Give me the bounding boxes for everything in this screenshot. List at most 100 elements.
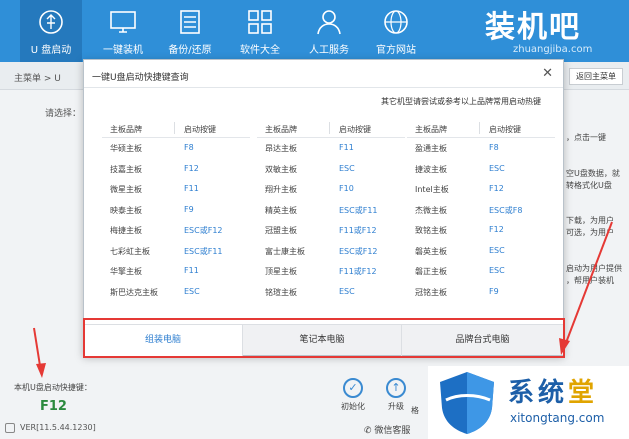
backup-icon xyxy=(180,10,200,34)
nav-label: 备份/还原 xyxy=(168,45,212,56)
arrow-tabs xyxy=(559,221,613,355)
initialize-button[interactable]: ✓ 初始化 xyxy=(333,378,373,412)
apps-grid-icon xyxy=(248,10,272,34)
nav-label: 官方网站 xyxy=(376,45,416,56)
key-cell: ESC xyxy=(489,266,505,275)
divider xyxy=(174,122,175,134)
table-header: 主板品牌 启动按键 xyxy=(102,118,250,138)
watermark-title-b: 堂 xyxy=(568,378,599,408)
brand-cell: 微星主板 xyxy=(110,185,142,194)
watermark-url: xitongtang.com xyxy=(510,411,605,425)
arrow-up-icon: ↑ xyxy=(386,378,406,398)
action-label: 格 xyxy=(411,406,419,415)
table-row: 斯巴达克主板 ESC xyxy=(102,282,250,303)
brand-cell: 磐正主板 xyxy=(415,267,447,276)
table-row: 华擎主板 F11 xyxy=(102,261,250,282)
key-cell: ESC或F12 xyxy=(184,226,223,235)
brand-logo: 装机吧 xyxy=(485,10,581,45)
watermark-title: 系统堂 xyxy=(508,372,598,409)
table-row: 昂达主板 F11 xyxy=(257,138,405,159)
check-icon: ✓ xyxy=(343,378,363,398)
key-cell: ESC xyxy=(489,163,505,173)
brand-cell: 技嘉主板 xyxy=(110,164,142,174)
key-cell: F11或F12 xyxy=(339,226,377,235)
brand-cell: 冠铭主板 xyxy=(415,287,447,297)
brand-url: zhuangjiba.com xyxy=(513,44,593,55)
nav-human-service[interactable]: 人工服务 xyxy=(298,0,360,62)
brand-cell: 斯巴达克主板 xyxy=(110,287,158,297)
key-cell: ESC或F11 xyxy=(184,246,223,256)
nav-one-click-install[interactable]: 一键装机 xyxy=(92,0,154,62)
side-text: 启动为用户提供 xyxy=(566,264,622,273)
side-text: 下载，为用户 xyxy=(566,216,614,225)
table-row: 磐正主板 ESC xyxy=(407,261,555,282)
key-cell: F8 xyxy=(184,143,194,152)
hotkey-lookup-dialog: 一键U盘启动快捷键查询 ✕ 其它机型请尝试或参考以上品牌常用启动热键 主板品牌 … xyxy=(83,59,564,356)
shield-icon xyxy=(440,372,494,434)
side-text: 空U盘数据，就 xyxy=(566,169,620,178)
header-key: 启动按键 xyxy=(339,125,371,134)
key-cell: F8 xyxy=(489,143,499,152)
brand-cell: 致铭主板 xyxy=(415,226,447,235)
header-brand: 主板品牌 xyxy=(265,125,297,134)
nav-label: U 盘启动 xyxy=(30,45,72,56)
highlight-box xyxy=(83,318,565,358)
table-row: 翔升主板 F10 xyxy=(257,179,405,200)
header-key: 启动按键 xyxy=(184,125,216,134)
brand-cell: 华擎主板 xyxy=(110,267,142,276)
please-select-label: 请选择： xyxy=(45,109,82,119)
nav-software[interactable]: 软件大全 xyxy=(229,0,291,62)
table-row: 精英主板 ESC或F11 xyxy=(257,200,405,221)
table-row: 映泰主板 F9 xyxy=(102,200,250,221)
header-brand: 主板品牌 xyxy=(415,125,447,134)
watermark: 系统堂 xitongtang.com xyxy=(428,366,629,439)
table-column-group: 主板品牌 启动按键 昂达主板 F11 双敏主板 ESC 翔升主板 F10 精英主板 ESC或F… xyxy=(257,118,405,302)
brand-cell: 顶星主板 xyxy=(265,267,297,276)
side-text: ，帮用户装机 xyxy=(566,276,614,285)
table-row: 顶星主板 F11或F12 xyxy=(257,261,405,282)
brand-cell: 华硕主板 xyxy=(110,144,142,153)
version-icon xyxy=(5,423,15,433)
side-text: ，点击一键 xyxy=(566,133,606,142)
globe-icon xyxy=(384,10,408,34)
hotkey-label: 本机U盘启动快捷键： xyxy=(14,383,92,392)
key-cell: F12 xyxy=(489,225,504,234)
nav-label: 软件大全 xyxy=(240,45,280,56)
table-column-group: 主板品牌 启动按键 华硕主板 F8 技嘉主板 F12 微星主板 F11 映泰主板 F9 梅捷主板… xyxy=(102,118,250,302)
wechat-icon: ✆ xyxy=(364,426,372,436)
brand-cell: 捷波主板 xyxy=(415,164,447,174)
dialog-title: 一键U盘启动快捷键查询 xyxy=(92,73,189,83)
key-cell: F10 xyxy=(339,184,354,193)
nav-official-site[interactable]: 官方网站 xyxy=(365,0,427,62)
table-row: 微星主板 F11 xyxy=(102,179,250,200)
table-row: 铭瑄主板 ESC xyxy=(257,282,405,303)
action-label: 初始化 xyxy=(341,402,365,411)
back-to-main-button[interactable]: 返回主菜单 xyxy=(569,68,623,85)
brand-cell: 梅捷主板 xyxy=(110,226,142,235)
divider xyxy=(329,122,330,134)
key-cell: ESC或F11 xyxy=(339,205,378,215)
version-text: VER[11.5.44.1230] xyxy=(20,423,96,432)
brand-cell: 精英主板 xyxy=(265,205,297,215)
table-header: 主板品牌 启动按键 xyxy=(257,118,405,138)
monitor-icon xyxy=(110,11,136,33)
nav-label: 人工服务 xyxy=(309,45,349,56)
divider xyxy=(84,87,563,88)
wechat-service-link[interactable]: ✆ 微信客服 xyxy=(364,423,410,436)
table-row: 富士康主板 ESC或F12 xyxy=(257,241,405,262)
key-cell: F11或F12 xyxy=(339,267,377,276)
format-button[interactable]: 格 xyxy=(407,378,423,416)
key-cell: ESC xyxy=(489,245,505,255)
table-row: 冠盟主板 F11或F12 xyxy=(257,220,405,241)
key-cell: ESC xyxy=(184,286,200,296)
table-column-group: 主板品牌 启动按键 盈通主板 F8 捷波主板 ESC Intel主板 F12 杰微主板 ESC… xyxy=(407,118,555,302)
header-brand: 主板品牌 xyxy=(110,125,142,134)
key-cell: ESC xyxy=(339,286,355,296)
nav-usb-boot[interactable]: U 盘启动 xyxy=(20,0,82,62)
table-row: 技嘉主板 F12 xyxy=(102,159,250,180)
brand-cell: 昂达主板 xyxy=(265,144,297,153)
nav-backup-restore[interactable]: 备份/还原 xyxy=(159,0,221,62)
close-icon[interactable]: ✕ xyxy=(542,66,553,81)
usb-icon xyxy=(39,10,63,34)
key-cell: ESC或F12 xyxy=(339,246,378,256)
